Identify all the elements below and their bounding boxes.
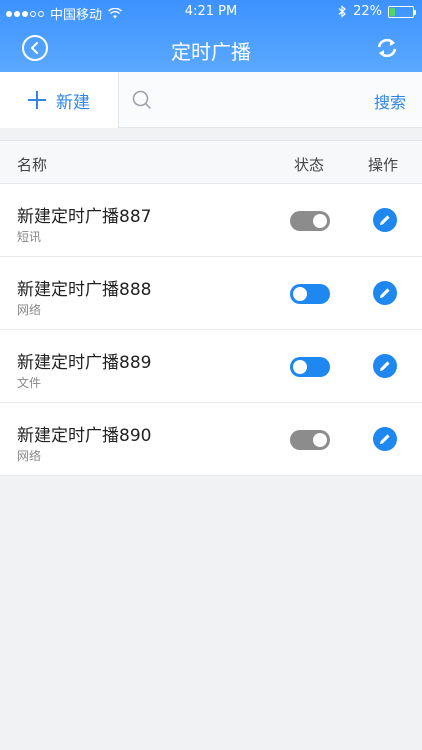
- row-title: 新建定时广播887: [17, 207, 152, 227]
- pencil-icon: [380, 215, 390, 225]
- battery-icon: [388, 5, 416, 18]
- table-row[interactable]: 新建定时广播889 文件: [0, 330, 422, 403]
- pencil-icon: [380, 361, 390, 371]
- plus-icon: [28, 91, 46, 109]
- status-bar: 中国移动 4:21 PM 22%: [0, 0, 422, 24]
- search-input[interactable]: [160, 86, 360, 114]
- app-header: 中国移动 4:21 PM 22% 定时广播: [0, 0, 422, 72]
- edit-button[interactable]: [373, 208, 397, 232]
- status-toggle[interactable]: [290, 430, 330, 450]
- column-header-actions: 操作: [368, 156, 399, 174]
- column-header-status: 状态: [294, 156, 325, 174]
- row-title: 新建定时广播888: [17, 280, 152, 300]
- column-header-name: 名称: [17, 156, 48, 174]
- status-toggle[interactable]: [290, 211, 330, 231]
- edit-button[interactable]: [373, 427, 397, 451]
- edit-button[interactable]: [373, 354, 397, 378]
- pencil-icon: [380, 288, 390, 298]
- pencil-icon: [380, 434, 390, 444]
- bluetooth-icon: [338, 5, 347, 18]
- refresh-button[interactable]: [374, 35, 400, 61]
- table-header: 名称 状态 操作: [0, 141, 422, 184]
- search-icon: [132, 90, 152, 110]
- status-toggle[interactable]: [290, 284, 330, 304]
- table-row[interactable]: 新建定时广播887 短讯: [0, 184, 422, 257]
- refresh-icon: [377, 38, 397, 58]
- table-row[interactable]: 新建定时广播888 网络: [0, 257, 422, 330]
- new-button-label: 新建: [56, 92, 90, 113]
- status-toggle[interactable]: [290, 357, 330, 377]
- row-title: 新建定时广播890: [17, 426, 152, 446]
- row-type: 网络: [17, 303, 42, 317]
- row-title: 新建定时广播889: [17, 353, 152, 373]
- page-title: 定时广播: [171, 40, 251, 64]
- edit-button[interactable]: [373, 281, 397, 305]
- row-type: 短讯: [17, 230, 42, 244]
- toolbar: 新建 搜索: [0, 72, 422, 128]
- new-button[interactable]: 新建: [0, 72, 119, 128]
- search-button[interactable]: 搜索: [374, 89, 406, 113]
- row-type: 网络: [17, 449, 42, 463]
- broadcast-list: 名称 状态 操作 新建定时广播887 短讯 新建定时广播888 网络 新建定时广…: [0, 140, 422, 476]
- row-type: 文件: [17, 376, 42, 390]
- table-row[interactable]: 新建定时广播890 网络: [0, 403, 422, 476]
- battery-percent: 22%: [353, 4, 382, 19]
